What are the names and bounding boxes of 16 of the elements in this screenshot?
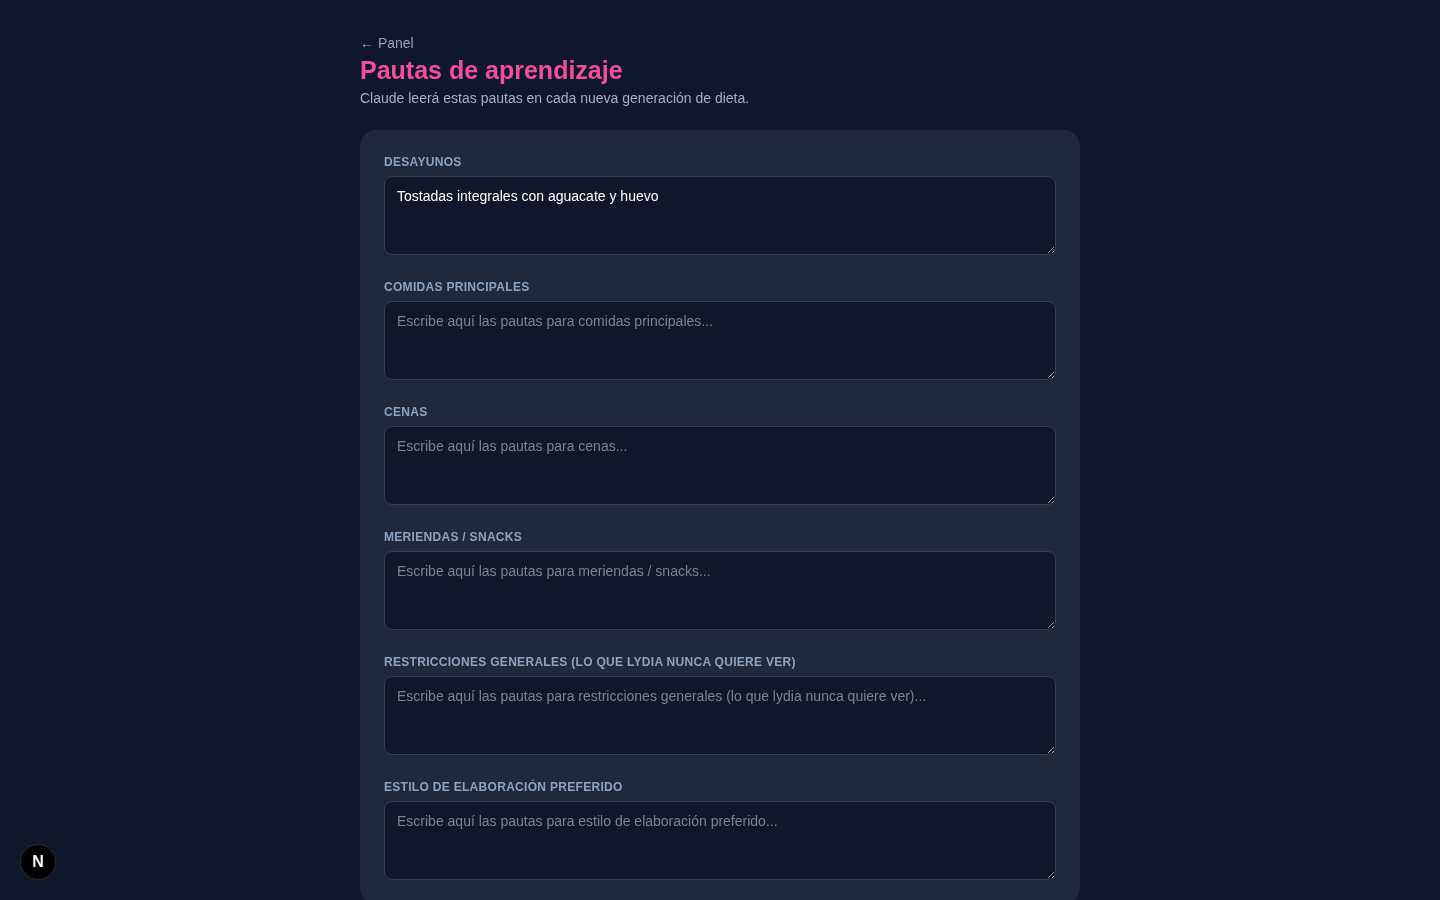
- page-subtitle: Claude leerá estas pautas en cada nueva generación de dieta.: [360, 89, 750, 108]
- page-title: Pautas de aprendizaje: [360, 55, 623, 86]
- text-area[interactable]: Escribe aquí las pautas para meriendas / snacks...: [384, 551, 1056, 630]
- text-area[interactable]: Tostadas integrales con aguacate y huevo: [384, 176, 1056, 255]
- back-link[interactable]: ← Panel: [360, 33, 414, 53]
- text-area[interactable]: Escribe aquí las pautas para cenas...: [384, 426, 1056, 505]
- field-label: MERIENDAS / SNACKS: [384, 529, 523, 545]
- text-area[interactable]: Escribe aquí las pautas para restricciones generales (lo que lydia nunca quiere ver)...: [384, 676, 1056, 755]
- field-label: RESTRICCIONES GENERALES (LO QUE LYDIA NUNCA QUIERE VER): [384, 654, 796, 670]
- text-area[interactable]: Escribe aquí las pautas para comidas principales...: [384, 301, 1056, 380]
- text-area[interactable]: Escribe aquí las pautas para estilo de elaboración preferido...: [384, 801, 1056, 880]
- field-label: CENAS: [384, 404, 428, 420]
- field-label: DESAYUNOS: [384, 154, 462, 170]
- field-label: COMIDAS PRINCIPALES: [384, 279, 530, 295]
- field-label: ESTILO DE ELABORACIÓN PREFERIDO: [384, 779, 623, 795]
- dev-badge-button[interactable]: N: [20, 844, 56, 880]
